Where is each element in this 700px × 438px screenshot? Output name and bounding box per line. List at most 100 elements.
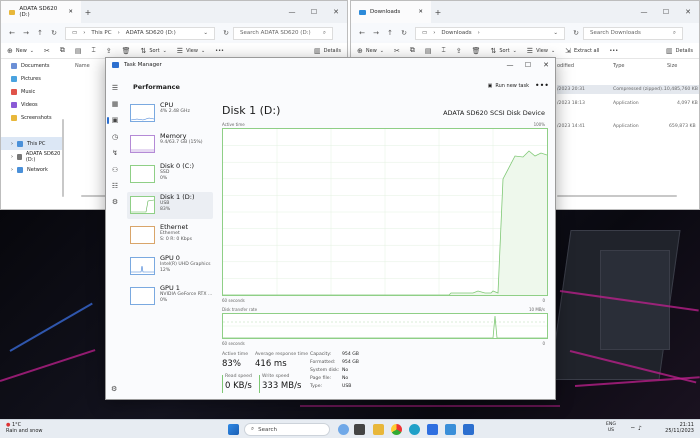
column-name[interactable]: Name <box>75 63 90 69</box>
column-type[interactable]: Type <box>613 63 624 69</box>
chevron-down-icon[interactable]: ⌄ <box>203 30 208 36</box>
nav-this-pc[interactable]: › This PC <box>1 137 63 150</box>
close-button[interactable]: ✕ <box>537 61 555 69</box>
cut-icon[interactable]: ✂ <box>394 47 400 55</box>
back-icon[interactable]: ← <box>355 29 369 37</box>
maximize-button[interactable]: ☐ <box>655 8 677 16</box>
column-modified[interactable]: odified <box>557 63 574 69</box>
rename-icon[interactable]: ⌶ <box>91 46 95 55</box>
chrome-icon[interactable] <box>391 424 402 435</box>
paste-icon[interactable]: ▤ <box>425 47 432 55</box>
services-icon[interactable]: ⚙ <box>111 198 119 206</box>
device-gpu0[interactable]: GPU 0 Intel(R) UHD Graphics 12% <box>127 253 213 280</box>
new-tab-button[interactable]: + <box>431 8 445 17</box>
language-indicator[interactable]: ENG US <box>606 422 616 434</box>
weather-widget[interactable]: ● 1°C Rain and snow <box>6 422 43 434</box>
close-button[interactable]: ✕ <box>325 8 347 16</box>
breadcrumb-this-pc[interactable]: This PC <box>91 30 111 36</box>
view-button[interactable]: ☰ View ⌄ <box>527 47 555 55</box>
edge-icon[interactable] <box>409 424 420 435</box>
sort-button[interactable]: ⇅ Sort ⌄ <box>140 47 166 55</box>
copilot-icon[interactable] <box>338 424 349 435</box>
nav-videos[interactable]: Videos <box>1 98 63 111</box>
search-input[interactable]: Search Downloads ⌕ <box>583 26 683 40</box>
start-icon[interactable] <box>228 424 239 435</box>
minimize-button[interactable]: — <box>633 8 655 16</box>
chevron-down-icon[interactable]: ⌄ <box>553 30 558 36</box>
close-tab-icon[interactable]: ✕ <box>68 9 73 15</box>
taskbar-search[interactable]: ⌕ Search <box>244 423 330 436</box>
refresh-icon[interactable]: ↻ <box>569 29 583 37</box>
paste-icon[interactable]: ▤ <box>75 47 82 55</box>
column-size[interactable]: Size <box>667 63 677 69</box>
breadcrumb-downloads[interactable]: Downloads <box>441 30 471 36</box>
processes-icon[interactable]: ▦ <box>111 100 119 108</box>
tab-adata[interactable]: ADATA SD620 (D:) ✕ <box>1 1 81 23</box>
device-memory[interactable]: Memory 9.4/63.7 GB (15%) <box>127 131 213 158</box>
nav-pictures[interactable]: Pictures <box>1 72 63 85</box>
device-disk1[interactable]: Disk 1 (D:) USB 83% <box>127 191 213 219</box>
refresh-icon[interactable]: ↻ <box>219 29 233 37</box>
more-button[interactable]: ••• <box>215 48 224 54</box>
hamburger-icon[interactable]: ☰ <box>111 84 119 92</box>
details-button[interactable]: ▥ Details <box>314 47 341 55</box>
copy-icon[interactable]: ⧉ <box>60 46 65 55</box>
device-gpu1[interactable]: GPU 1 NVIDIA GeForce RTX ... 0% <box>127 283 213 310</box>
new-button[interactable]: ⊕ New ⌄ <box>357 47 384 55</box>
refresh-icon[interactable]: ↻ <box>397 29 411 37</box>
nav-network[interactable]: › Network <box>1 163 63 176</box>
nav-screenshots[interactable]: Screenshots <box>1 111 63 124</box>
tab-downloads[interactable]: Downloads ✕ <box>351 1 431 23</box>
volume-icon[interactable]: ♪ <box>638 425 642 432</box>
close-button[interactable]: ✕ <box>677 8 699 16</box>
users-icon[interactable]: ⚇ <box>111 166 119 174</box>
nav-documents[interactable]: Documents <box>1 59 63 72</box>
breadcrumb-drive[interactable]: ADATA SD620 (D:) <box>126 30 176 36</box>
back-icon[interactable]: ← <box>5 29 19 37</box>
device-disk0[interactable]: Disk 0 (C:) SSD 0% <box>127 161 213 188</box>
up-icon[interactable]: ↑ <box>383 29 397 37</box>
sort-button[interactable]: ⇅ Sort ⌄ <box>490 47 516 55</box>
maximize-button[interactable]: ☐ <box>303 8 325 16</box>
performance-icon[interactable]: ▣ <box>107 116 119 124</box>
forward-icon[interactable]: → <box>369 29 383 37</box>
settings-icon[interactable]: ⚙ <box>111 385 117 393</box>
delete-icon[interactable]: 🗑 <box>122 47 131 55</box>
clock[interactable]: 21:11 25/11/2023 <box>665 422 694 434</box>
more-button[interactable]: ••• <box>609 48 618 54</box>
dropbox-icon[interactable] <box>427 424 438 435</box>
close-tab-icon[interactable]: ✕ <box>418 9 423 15</box>
run-new-task-button[interactable]: ▣ Run new task <box>488 83 529 89</box>
forward-icon[interactable]: → <box>19 29 33 37</box>
app-history-icon[interactable]: ◷ <box>111 133 119 141</box>
network-icon[interactable]: ⌔ <box>630 425 636 433</box>
delete-icon[interactable]: 🗑 <box>472 47 481 55</box>
details-icon[interactable]: ☷ <box>111 182 119 190</box>
maximize-button[interactable]: ☐ <box>519 61 537 69</box>
new-button[interactable]: ⊕ New ⌄ <box>7 47 34 55</box>
minimize-button[interactable]: — <box>501 61 519 69</box>
new-tab-button[interactable]: + <box>81 8 95 17</box>
horizontal-scrollbar[interactable] <box>557 195 677 197</box>
file-explorer-icon[interactable] <box>373 424 384 435</box>
search-input[interactable]: Search ADATA SD620 (D:) ⌕ <box>233 26 333 40</box>
up-icon[interactable]: ↑ <box>33 29 47 37</box>
device-cpu[interactable]: CPU 4% 2.48 GHz <box>127 100 213 127</box>
photos-icon[interactable] <box>445 424 456 435</box>
share-icon[interactable]: ⇪ <box>456 47 462 55</box>
details-button[interactable]: ▥ Details <box>666 47 693 55</box>
minimize-button[interactable]: — <box>281 8 303 16</box>
view-button[interactable]: ☰ View ⌄ <box>177 47 205 55</box>
nav-music[interactable]: Music <box>1 85 63 98</box>
more-button[interactable]: ••• <box>535 81 549 90</box>
task-manager-taskbar-icon[interactable] <box>463 424 474 435</box>
copy-icon[interactable]: ⧉ <box>410 46 415 55</box>
extract-all-button[interactable]: ⇲ Extract all <box>565 47 599 55</box>
share-icon[interactable]: ⇪ <box>106 47 112 55</box>
device-ethernet[interactable]: Ethernet Ethernet S: 0 R: 0 Kbps <box>127 222 213 249</box>
address-bar[interactable]: ▭ › Downloads › ⌄ <box>415 26 565 40</box>
cut-icon[interactable]: ✂ <box>44 47 50 55</box>
task-view-icon[interactable] <box>354 424 365 435</box>
rename-icon[interactable]: ⌶ <box>441 46 445 55</box>
address-bar[interactable]: ▭ › This PC › ADATA SD620 (D:) ⌄ <box>65 26 215 40</box>
